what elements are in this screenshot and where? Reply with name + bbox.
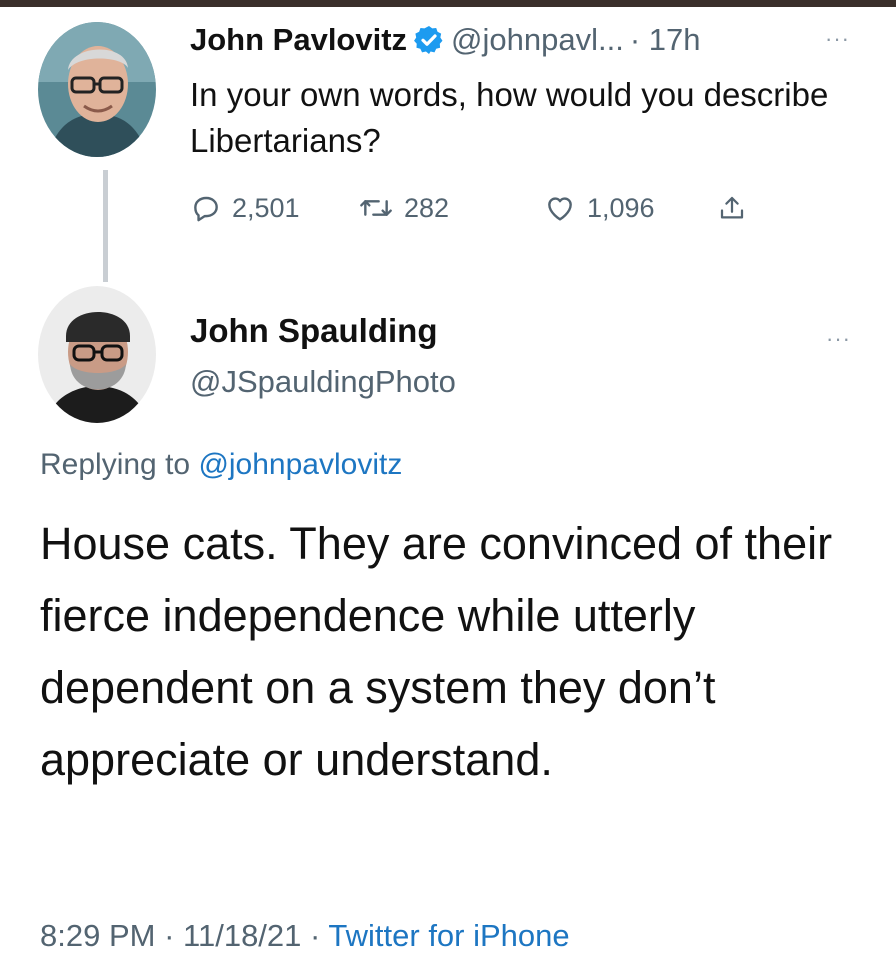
parent-author-handle[interactable]: @johnpavl... [451,22,624,58]
reply-tweet-text: House cats. They are convinced of their … [40,518,833,785]
reply-author-handle[interactable]: @JSpauldingPhoto [190,364,456,400]
tweet-date[interactable]: 11/18/21 [183,918,301,953]
top-edge-bar [0,0,896,7]
tweet-time[interactable]: 8:29 PM [40,918,155,953]
reply-count: 2,501 [232,192,300,223]
meta-separator: · [164,918,175,953]
retweet-count: 282 [404,192,450,223]
tweet-source-link[interactable]: Twitter for iPhone [328,918,569,953]
thread-connector-line [103,170,108,282]
parent-author-name[interactable]: John Pavlovitz [190,22,407,58]
retweet-button[interactable]: 282 [358,186,449,230]
replying-to-label: Replying to [40,448,191,481]
meta-separator: · [310,918,321,953]
share-icon [720,196,744,219]
parent-tweet-actions: 2,501 282 1,096 [190,186,790,230]
parent-tweet-text: In your own words, how would you describ… [190,76,829,159]
heart-icon [548,197,572,221]
verified-badge-icon [414,26,443,54]
parent-more-icon[interactable]: ··· [825,26,850,52]
reply-icon [194,196,218,222]
reply-button[interactable]: 2,501 [190,186,300,230]
tweet-meta-line: 8:29 PM · 11/18/21 · Twitter for iPhone [40,918,570,954]
like-button[interactable]: 1,096 [543,186,655,230]
share-button[interactable] [717,186,747,230]
reply-more-icon[interactable]: ··· [826,326,851,352]
reply-author-name[interactable]: John Spaulding [190,312,437,350]
avatar-john-spaulding[interactable] [38,286,156,423]
avatar-john-pavlovitz[interactable] [38,22,156,157]
retweet-icon [360,200,392,216]
like-count: 1,096 [587,192,655,223]
replying-to-line: Replying to @johnpavlovitz [40,448,402,482]
parent-tweet-header: John Pavlovitz @johnpavl... · 17h [190,18,701,62]
replying-to-mention-link[interactable]: @johnpavlovitz [198,448,402,481]
parent-tweet-time[interactable]: · 17h [630,22,701,58]
